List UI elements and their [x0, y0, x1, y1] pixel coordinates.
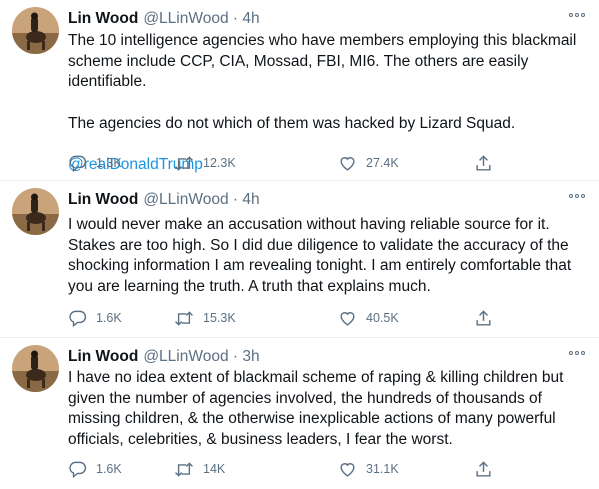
avatar[interactable]: [12, 188, 59, 235]
reply-button[interactable]: 1.6K: [68, 459, 122, 479]
author-handle[interactable]: @LLinWood: [143, 191, 228, 208]
tweet-header: Lin Wood @LLinWood · 4h: [68, 9, 260, 29]
tweet-header: Lin Wood @LLinWood · 3h: [68, 347, 260, 367]
author-handle[interactable]: @LLinWood: [143, 348, 228, 365]
retweet-icon: [175, 310, 193, 326]
like-icon: [340, 311, 355, 326]
dot-separator: ·: [232, 191, 239, 208]
share-icon: [476, 460, 491, 477]
tweet-paragraph: The agencies do not which of them was ha…: [68, 114, 516, 132]
tweet-text: I would never make an accusation without…: [68, 215, 584, 297]
avatar[interactable]: [12, 7, 59, 54]
retweet-count: 15.3K: [203, 311, 236, 325]
reply-icon: [69, 155, 87, 172]
timestamp[interactable]: 4h: [242, 191, 259, 208]
like-count: 40.5K: [366, 311, 399, 325]
tweet-actions: 1.3K 12.3K 27.4K: [68, 153, 508, 173]
author-name[interactable]: Lin Wood: [68, 191, 138, 208]
more-icon[interactable]: [569, 193, 585, 199]
author-handle[interactable]: @LLinWood: [143, 10, 228, 27]
tweet-actions: 1.6K 14K 31.1K: [68, 459, 508, 479]
retweet-icon: [175, 155, 193, 171]
share-button[interactable]: [474, 153, 502, 173]
timestamp[interactable]: 4h: [242, 10, 259, 27]
retweet-button[interactable]: 15.3K: [174, 308, 236, 328]
reply-count: 1.3K: [96, 156, 122, 170]
retweet-count: 12.3K: [203, 156, 236, 170]
like-button[interactable]: 27.4K: [338, 153, 399, 173]
reply-count: 1.6K: [96, 462, 122, 476]
more-icon[interactable]: [569, 12, 585, 18]
author-name[interactable]: Lin Wood: [68, 10, 138, 27]
share-icon: [476, 309, 491, 326]
retweet-button[interactable]: 12.3K: [174, 153, 236, 173]
share-icon: [476, 154, 491, 171]
tweet-paragraph: I have no idea extent of blackmail schem…: [68, 369, 564, 448]
tweet-header: Lin Wood @LLinWood · 4h: [68, 190, 260, 210]
like-button[interactable]: 31.1K: [338, 459, 399, 479]
like-icon: [340, 156, 355, 171]
like-button[interactable]: 40.5K: [338, 308, 399, 328]
dot-separator: ·: [232, 348, 239, 365]
like-icon: [340, 462, 355, 477]
retweet-icon: [175, 461, 193, 477]
dot-separator: ·: [232, 10, 239, 27]
more-icon[interactable]: [569, 350, 585, 356]
tweet[interactable]: Lin Wood @LLinWood · 4h I would never mak…: [0, 181, 599, 337]
like-count: 27.4K: [366, 156, 399, 170]
tweet-paragraph: The 10 intelligence agencies who have me…: [68, 32, 577, 91]
tweet[interactable]: Lin Wood @LLinWood · 3h I have no idea ex…: [0, 338, 599, 489]
reply-count: 1.6K: [96, 311, 122, 325]
reply-button[interactable]: 1.6K: [68, 308, 122, 328]
like-count: 31.1K: [366, 462, 399, 476]
timestamp[interactable]: 3h: [242, 348, 259, 365]
reply-button[interactable]: 1.3K: [68, 153, 122, 173]
tweet-paragraph: I would never make an accusation without…: [68, 216, 572, 295]
reply-icon: [69, 461, 87, 478]
tweet-text: I have no idea extent of blackmail schem…: [68, 368, 584, 450]
author-name[interactable]: Lin Wood: [68, 348, 138, 365]
avatar[interactable]: [12, 345, 59, 392]
share-button[interactable]: [474, 308, 502, 328]
retweet-count: 14K: [203, 462, 226, 476]
share-button[interactable]: [474, 459, 502, 479]
reply-icon: [69, 310, 87, 327]
tweet-actions: 1.6K 15.3K 40.5K: [68, 308, 508, 328]
retweet-button[interactable]: 14K: [174, 459, 225, 479]
tweet[interactable]: Lin Wood @LLinWood · 4h The 10 intelligen…: [0, 0, 599, 180]
